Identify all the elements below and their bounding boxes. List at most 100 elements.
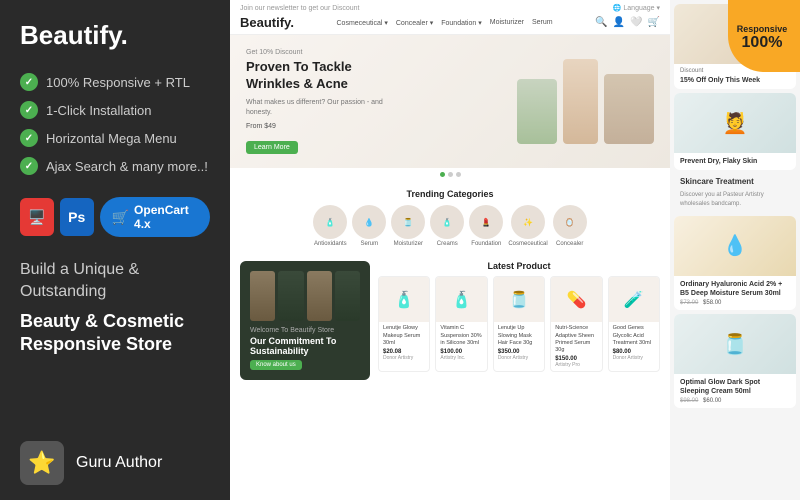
product-info-5: Good Genes Glycolic Acid Treatment 30ml … <box>609 322 659 363</box>
right-card-img-3: 💧 <box>674 216 796 276</box>
sust-product-2 <box>278 271 303 321</box>
right-card-4[interactable]: 🫙 Optimal Glow Dark Spot Sleeping Cream … <box>674 314 796 408</box>
cat-label-5: Foundation <box>471 241 501 247</box>
cat-label-3: Moisturizer <box>394 241 423 247</box>
category-concealer[interactable]: 🪞 Concealer <box>553 205 587 247</box>
cat-img-5: 💄 <box>469 205 503 239</box>
right-card-text-4: Optimal Glow Dark Spot Sleeping Cream 50… <box>674 374 796 408</box>
skincare-treatment-label: Skincare Treatment <box>674 174 796 187</box>
nav-link-3[interactable]: Foundation ▾ <box>441 19 482 27</box>
category-creams[interactable]: 🧴 Creams <box>430 205 464 247</box>
sustainability-button[interactable]: Know about us <box>250 360 302 370</box>
nav-link-2[interactable]: Concealer ▾ <box>396 19 433 27</box>
hero-badge: Get 10% Discount <box>246 49 386 56</box>
store-logo: Beautify. <box>240 15 294 30</box>
cat-img-1: 🧴 <box>313 205 347 239</box>
store-top-bar: Join our newsletter to get our Discount … <box>240 4 660 12</box>
main-content: Responsive 100% Join our newsletter to g… <box>230 0 800 500</box>
store-header: Join our newsletter to get our Discount … <box>230 0 670 35</box>
responsive-badge: Responsive 100% <box>728 0 800 72</box>
category-serum[interactable]: 💧 Serum <box>352 205 386 247</box>
product-card-5[interactable]: 🧪 Good Genes Glycolic Acid Treatment 30m… <box>608 276 660 372</box>
product-info-4: Nutri-Science Adaptive Sheen Primed Seru… <box>551 322 601 371</box>
cat-label-2: Serum <box>360 241 378 247</box>
right-card-title-2: Prevent Dry, Flaky Skin <box>680 157 790 166</box>
store-nav-links: Cosmeceutical ▾ Concealer ▾ Foundation ▾… <box>337 19 553 27</box>
hero-banner: Get 10% Discount Proven To Tackle Wrinkl… <box>230 35 670 168</box>
nav-link-5[interactable]: Serum <box>532 19 553 27</box>
hero-price: From $49 <box>246 123 386 130</box>
check-icon-2 <box>20 101 38 119</box>
heart-icon[interactable]: 🤍 <box>630 17 642 28</box>
nav-link-4[interactable]: Moisturizer <box>490 19 524 27</box>
nav-link-1[interactable]: Cosmeceutical ▾ <box>337 19 388 27</box>
category-moisturizer[interactable]: 🫙 Moisturizer <box>391 205 425 247</box>
cat-img-3: 🫙 <box>391 205 425 239</box>
categories-grid: 🧴 Antioxidants 💧 Serum 🫙 Moisturizer 🧴 C… <box>240 205 660 247</box>
badge-responsive: 🖥️ <box>20 198 54 236</box>
sidebar: Beautify. 100% Responsive + RTL 1-Click … <box>0 0 230 500</box>
badge-opencart[interactable]: 🛒 OpenCart 4.x <box>100 197 210 237</box>
product-card-2[interactable]: 🧴 Vitamin C Suspension 30% in Silicone 3… <box>435 276 487 372</box>
hero-products <box>517 59 654 144</box>
product-brand-4: Artistry Pro <box>555 362 597 368</box>
user-icon[interactable]: 👤 <box>613 17 625 28</box>
product-img-4: 💊 <box>551 277 601 322</box>
category-antioxidants[interactable]: 🧴 Antioxidants <box>313 205 347 247</box>
top-bar-text: Join our newsletter to get our Discount <box>240 5 359 12</box>
hero-title: Proven To Tackle Wrinkles & Acne <box>246 59 386 93</box>
products-row: 🧴 Lenutje Glowy Makeup Serum 30ml $20.08… <box>378 276 660 372</box>
price-old-3: $73.00 <box>680 300 698 306</box>
product-card-1[interactable]: 🧴 Lenutje Glowy Makeup Serum 30ml $20.08… <box>378 276 430 372</box>
dot-2[interactable] <box>448 172 453 177</box>
product-brand-1: Donor Artistry <box>383 355 425 361</box>
cat-label-4: Creams <box>437 241 458 247</box>
category-cosmeceutical[interactable]: ✨ Cosmeceutical <box>508 205 547 247</box>
sust-product-1 <box>250 271 275 321</box>
store-main: Join our newsletter to get our Discount … <box>230 0 670 500</box>
feature-item-4: Ajax Search & many more..! <box>20 157 210 175</box>
product-name-2: Vitamin C Suspension 30% in Silicone 30m… <box>440 325 482 346</box>
hero-dots <box>230 168 670 181</box>
product-info-1: Lenutje Glowy Makeup Serum 30ml $20.08 D… <box>379 322 429 363</box>
latest-title: Latest Product <box>378 261 660 271</box>
sustainability-products <box>250 271 360 321</box>
bottom-section: Welcome To Beautify Store Our Commitment… <box>230 255 670 386</box>
categories-section: Trending Categories 🧴 Antioxidants 💧 Ser… <box>230 181 670 255</box>
hero-cta-button[interactable]: Learn More <box>246 141 298 154</box>
cat-img-4: 🧴 <box>430 205 464 239</box>
product-name-3: Lenutje Up Slowing Mask Hair Face 30g <box>498 325 540 346</box>
categories-title: Trending Categories <box>240 189 660 199</box>
product-img-1: 🧴 <box>379 277 429 322</box>
store-preview: Join our newsletter to get our Discount … <box>230 0 800 500</box>
category-foundation[interactable]: 💄 Foundation <box>469 205 503 247</box>
hero-product-3 <box>604 74 654 144</box>
hero-product-2 <box>563 59 598 144</box>
search-icon[interactable]: 🔍 <box>595 17 607 28</box>
right-card-3[interactable]: 💧 Ordinary Hyaluronic Acid 2% + B5 Deep … <box>674 216 796 310</box>
sidebar-description: Build a Unique & Outstanding Beauty & Co… <box>20 259 210 357</box>
build-text: Build a Unique & Outstanding <box>20 259 210 304</box>
price-old-4: $98.00 <box>680 398 698 404</box>
right-card-price-4: $98.00 $60.00 <box>680 398 790 404</box>
product-card-4[interactable]: 💊 Nutri-Science Adaptive Sheen Primed Se… <box>550 276 602 372</box>
feature-list: 100% Responsive + RTL 1-Click Installati… <box>20 73 210 175</box>
sust-product-4 <box>335 271 360 321</box>
price-new-4: $60.00 <box>703 398 721 404</box>
feature-item-3: Horizontal Mega Menu <box>20 129 210 147</box>
author-name: Guru Author <box>76 454 162 472</box>
right-card-title-4: Optimal Glow Dark Spot Sleeping Cream 50… <box>680 378 790 396</box>
hero-text: Get 10% Discount Proven To Tackle Wrinkl… <box>246 49 386 154</box>
right-panel: 🧴 Discount 15% Off Only This Week 💆 Prev… <box>670 0 800 500</box>
dot-3[interactable] <box>456 172 461 177</box>
dot-1[interactable] <box>440 172 445 177</box>
language-selector[interactable]: 🌐 Language ▾ <box>613 4 660 12</box>
check-icon-1 <box>20 73 38 91</box>
cart-nav-icon[interactable]: 🛒 <box>648 17 660 28</box>
product-img-2: 🧴 <box>436 277 486 322</box>
product-name-1: Lenutje Glowy Makeup Serum 30ml <box>383 325 425 346</box>
product-card-3[interactable]: 🫙 Lenutje Up Slowing Mask Hair Face 30g … <box>493 276 545 372</box>
right-card-2[interactable]: 💆 Prevent Dry, Flaky Skin <box>674 93 796 170</box>
price-new-3: $58.00 <box>703 300 721 306</box>
avatar: ⭐ <box>20 441 64 485</box>
